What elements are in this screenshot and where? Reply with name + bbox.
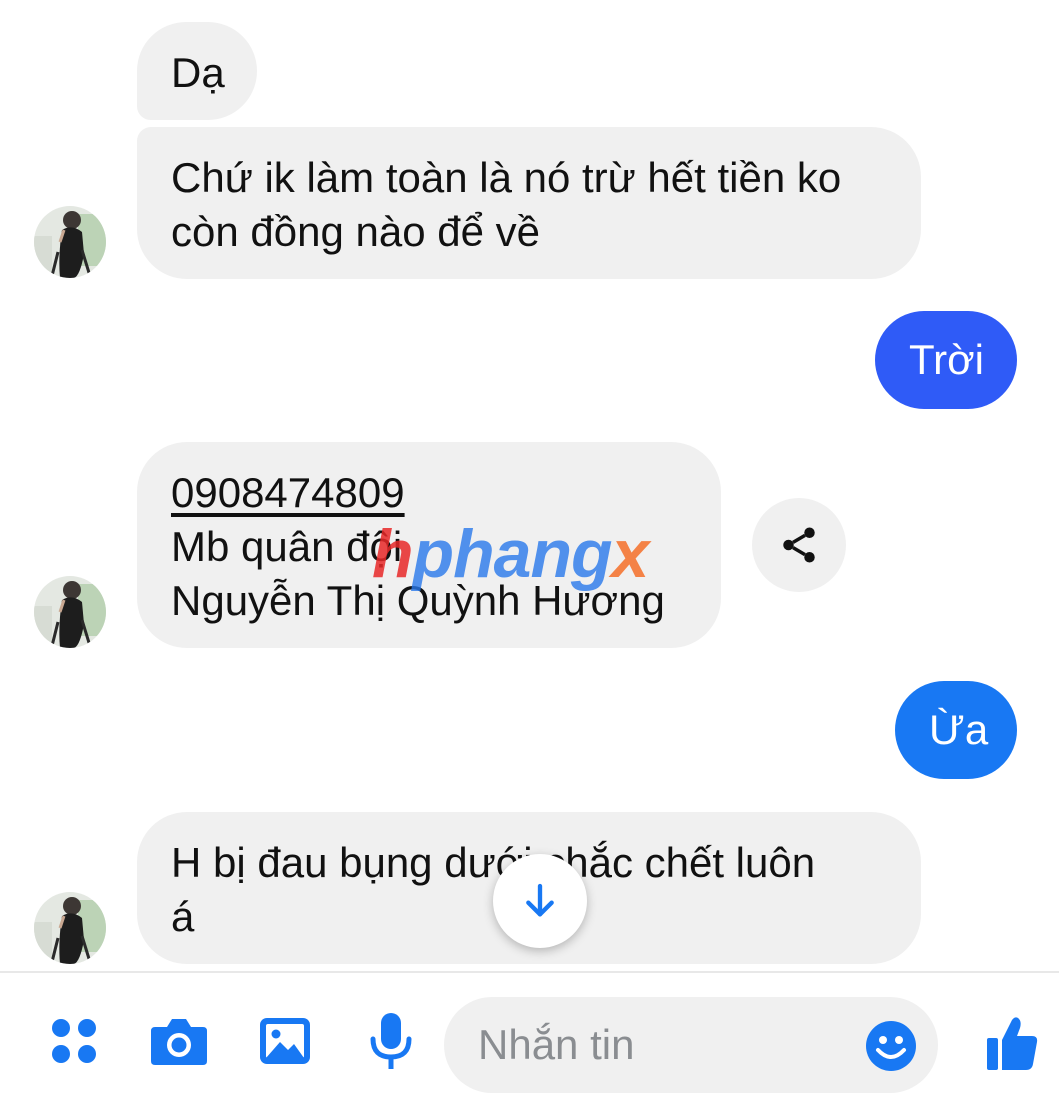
watermark-part: x <box>611 516 650 592</box>
message-text: Dạ <box>171 49 225 96</box>
contact-avatar[interactable] <box>34 892 106 964</box>
message-text: Trời <box>909 336 984 383</box>
watermark-part: phang <box>412 516 613 592</box>
avatar-photo <box>34 892 106 964</box>
message-text: Ừa <box>929 706 989 753</box>
microphone-icon <box>370 1013 412 1069</box>
contact-avatar[interactable] <box>34 206 106 278</box>
message-text: còn đồng nào để về <box>171 208 540 255</box>
message-input-placeholder: Nhắn tin <box>478 1021 635 1068</box>
composer-bar: Nhắn tin <box>0 971 1059 1120</box>
gallery-button[interactable] <box>258 1015 312 1067</box>
emoji-button[interactable] <box>864 1019 918 1073</box>
watermark-part: h <box>372 516 414 592</box>
like-button[interactable] <box>984 1013 1040 1073</box>
message-bubble-outgoing[interactable]: Ừa <box>895 681 1017 779</box>
message-bubble-incoming[interactable]: Chứ ik làm toàn là nó trừ hết tiền ko cò… <box>137 127 921 279</box>
thumbs-up-icon <box>987 1017 1038 1070</box>
camera-button[interactable] <box>148 1015 210 1067</box>
image-icon <box>260 1018 310 1064</box>
message-bubble-outgoing[interactable]: Trời <box>875 311 1017 409</box>
avatar-photo <box>34 576 106 648</box>
watermark: hphangx <box>372 515 650 593</box>
scroll-to-bottom-button[interactable] <box>493 854 587 948</box>
share-icon <box>783 527 815 563</box>
apps-button[interactable] <box>48 1015 100 1067</box>
phone-number-link[interactable]: 0908474809 <box>171 466 721 520</box>
share-button[interactable] <box>752 498 846 592</box>
avatar-photo <box>34 206 106 278</box>
chat-screen: Dạ Chứ ik làm toàn là nó trừ hết tiền ko… <box>0 0 1059 1120</box>
four-dots-icon <box>52 1019 96 1063</box>
message-text: Chứ ik làm toàn là nó trừ hết tiền ko <box>171 154 842 201</box>
message-input[interactable]: Nhắn tin <box>444 997 938 1093</box>
message-bubble-incoming[interactable]: Dạ <box>137 22 257 120</box>
contact-avatar[interactable] <box>34 576 106 648</box>
smiley-icon <box>866 1021 916 1071</box>
arrow-down-icon <box>526 883 554 917</box>
camera-icon <box>151 1019 207 1065</box>
voice-button[interactable] <box>366 1011 416 1073</box>
